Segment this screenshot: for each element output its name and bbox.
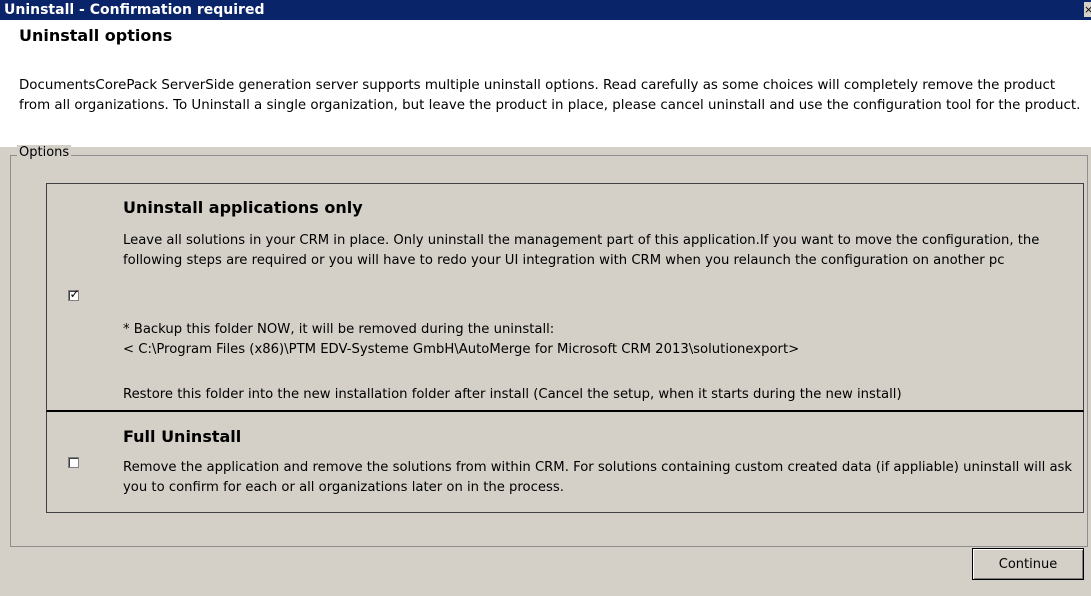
header-panel: Uninstall options DocumentsCorePack Serv… — [0, 20, 1091, 147]
option-apps-only-text: Leave all solutions in your CRM in place… — [123, 233, 1040, 268]
header-clip: Uninstall options DocumentsCorePack Serv… — [0, 20, 1091, 147]
option-apps-only-backup-note: * Backup this folder NOW, it will be rem… — [123, 322, 555, 337]
continue-button[interactable]: Continue — [972, 548, 1084, 580]
option-full-uninstall-title: Full Uninstall — [123, 427, 242, 446]
option-apps-only-folder-path: < C:\Program Files (x86)\PTM EDV-Systeme… — [123, 342, 800, 357]
close-icon[interactable]: × — [1084, 2, 1091, 17]
title-bar: Uninstall - Confirmation required × — [0, 0, 1091, 20]
option-full-uninstall-text: Remove the application and remove the so… — [123, 460, 1073, 495]
option-apps-only-restore-note: Restore this folder into the new install… — [123, 387, 902, 402]
page-title: Uninstall options — [19, 26, 173, 45]
checkmark-icon: ✓ — [69, 287, 80, 301]
header-description: DocumentsCorePack ServerSide generation … — [19, 78, 1081, 113]
option-apps-only-title: Uninstall applications only — [123, 198, 363, 217]
apps-only-checkbox[interactable]: ✓ — [68, 287, 80, 301]
window-title: Uninstall - Confirmation required — [4, 2, 265, 18]
full-uninstall-checkbox[interactable] — [68, 457, 79, 468]
option-apps-only — [46, 183, 1084, 412]
options-legend: Options — [17, 145, 72, 161]
